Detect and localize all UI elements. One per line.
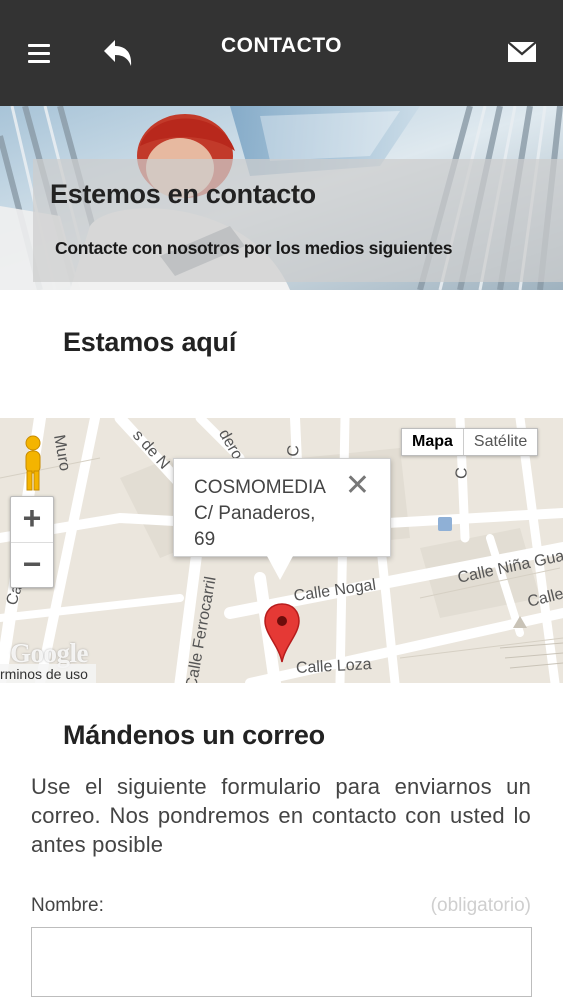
map-info-window: COSMOMEDIA C/ Panaderos, 69 ✕ xyxy=(173,458,391,557)
map-type-satellite-button[interactable]: Satélite xyxy=(462,429,537,455)
terms-of-use-link[interactable]: rminos de uso xyxy=(0,664,96,683)
zoom-control: + − xyxy=(10,496,54,588)
name-field-label: Nombre: xyxy=(31,895,104,916)
mail-heading: Mándenos un correo xyxy=(63,720,325,750)
hero-overlay: Estemos en contacto Contacte con nosotro… xyxy=(33,159,563,282)
page-title: CONTACTO xyxy=(220,34,343,57)
info-window-line1: COSMOMEDIA xyxy=(194,477,326,498)
zoom-in-button[interactable]: + xyxy=(11,497,53,542)
required-indicator: (obligatorio) xyxy=(430,895,531,916)
zoom-out-button[interactable]: − xyxy=(11,542,53,587)
info-window-line3: 69 xyxy=(194,529,216,550)
map-type-control: Mapa Satélite xyxy=(401,428,539,456)
map-marker-icon[interactable] xyxy=(263,602,301,664)
mail-intro-text: Use el siguiente formulario para enviarn… xyxy=(31,774,531,857)
top-app-bar: CONTACTO xyxy=(0,0,563,106)
hero-subheading: Contacte con nosotros por los medios sig… xyxy=(55,238,453,258)
info-window-close-icon[interactable]: ✕ xyxy=(345,471,370,501)
hero-banner: Estemos en contacto Contacte con nosotro… xyxy=(0,106,563,290)
info-window-tail xyxy=(267,556,293,580)
mail-icon xyxy=(507,41,537,62)
map-type-map-button[interactable]: Mapa xyxy=(402,429,463,455)
mail-button[interactable] xyxy=(507,40,537,64)
name-input[interactable] xyxy=(31,927,532,997)
street-label-c-right: C xyxy=(453,466,471,480)
location-heading: Estamos aquí xyxy=(63,327,237,357)
info-window-line2: C/ Panaderos, xyxy=(194,503,316,524)
hero-heading: Estemos en contacto xyxy=(50,179,316,209)
location-map[interactable]: Muro Calle Muro s de N deros lle C Calle… xyxy=(0,418,563,683)
info-window-address: COSMOMEDIA C/ Panaderos, 69 xyxy=(194,475,344,553)
pegman-icon[interactable] xyxy=(18,434,48,494)
